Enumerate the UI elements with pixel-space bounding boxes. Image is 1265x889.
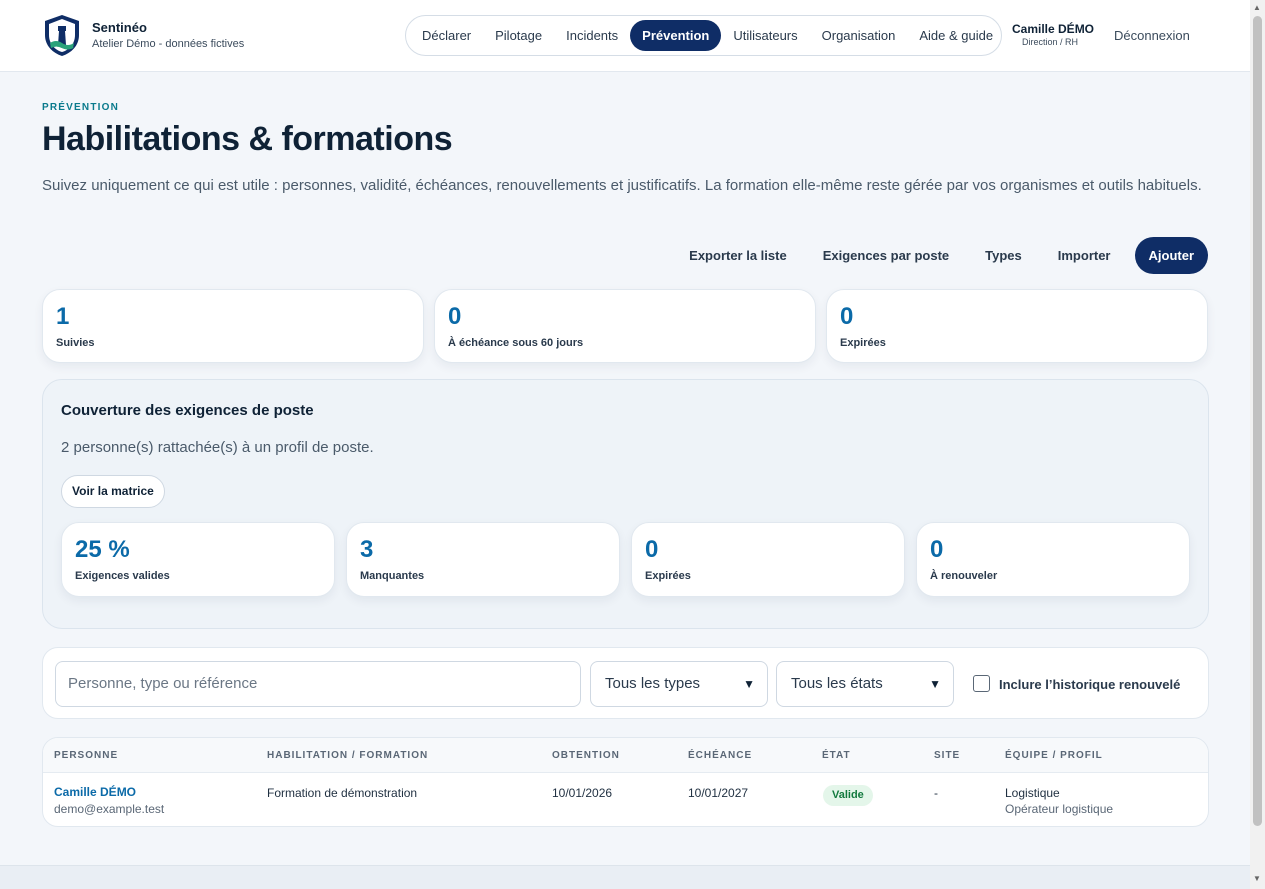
nav-item-aide-guide[interactable]: Aide & guide (907, 20, 1005, 51)
stat-label: Exigences valides (75, 570, 170, 582)
nav-item-utilisateurs[interactable]: Utilisateurs (721, 20, 809, 51)
column-header-obtained[interactable]: OBTENTION (552, 750, 620, 761)
include-history-label[interactable]: Inclure l’historique renouvelé (999, 677, 1180, 692)
obtained-date: 10/01/2026 (552, 786, 613, 800)
stat-value: 0 (930, 536, 944, 563)
chevron-down-icon: ▼ (743, 677, 755, 691)
coverage-stat-valid: 25 % Exigences valides (61, 522, 335, 597)
due-date: 10/01/2027 (688, 786, 749, 800)
type-select-value: Tous les types (605, 675, 701, 692)
add-button[interactable]: Ajouter (1134, 237, 1208, 274)
scroll-down-icon[interactable]: ▼ (1253, 874, 1261, 883)
stat-label: À renouveler (930, 570, 998, 582)
coverage-title: Couverture des exigences de poste (61, 402, 314, 419)
nav-item-declarer[interactable]: Déclarer (410, 20, 483, 51)
profile-name: Opérateur logistique (1005, 802, 1114, 816)
habilitations-table: PERSONNE HABILITATION / FORMATION OBTENT… (42, 737, 1209, 827)
stat-value: 25 % (75, 536, 130, 563)
state-select-value: Tous les états (791, 675, 883, 692)
table-header: PERSONNE HABILITATION / FORMATION OBTENT… (43, 738, 1208, 773)
coverage-stat-missing: 3 Manquantes (346, 522, 620, 597)
import-button[interactable]: Importer (1040, 237, 1129, 274)
section-eyebrow: PRÉVENTION (42, 102, 120, 113)
stat-label: Expirées (645, 570, 691, 582)
person-email: demo@example.test (54, 802, 165, 816)
nav-item-incidents[interactable]: Incidents (554, 20, 630, 51)
view-matrix-button[interactable]: Voir la matrice (61, 475, 165, 508)
column-header-team[interactable]: ÉQUIPE / PROFIL (1005, 750, 1103, 761)
user-role: Direction / RH (1022, 37, 1079, 47)
footer-strip (0, 865, 1250, 889)
filter-bar: Personne, type ou référence Tous les typ… (42, 647, 1209, 719)
column-header-site[interactable]: SITE (934, 750, 960, 761)
stat-value: 0 (840, 303, 854, 330)
user-name: Camille DÉMO (1012, 22, 1095, 36)
coverage-panel: Couverture des exigences de poste 2 pers… (42, 379, 1209, 629)
stat-value: 0 (448, 303, 462, 330)
column-header-person[interactable]: PERSONNE (54, 750, 118, 761)
training-name: Formation de démonstration (267, 786, 418, 800)
column-header-training[interactable]: HABILITATION / FORMATION (267, 750, 428, 761)
stat-card-expired: 0 Expirées (826, 289, 1208, 363)
state-select[interactable]: Tous les états ▼ (776, 661, 954, 707)
page-title: Habilitations & formations (42, 120, 453, 158)
stat-value: 3 (360, 536, 374, 563)
brand-name: Sentinéo (92, 20, 147, 35)
chevron-down-icon: ▼ (929, 677, 941, 691)
types-button[interactable]: Types (967, 237, 1040, 274)
nav-item-pilotage[interactable]: Pilotage (483, 20, 554, 51)
lighthouse-shield-icon[interactable] (42, 13, 82, 58)
coverage-stat-expired: 0 Expirées (631, 522, 905, 597)
include-history-checkbox[interactable] (973, 675, 990, 692)
search-input[interactable]: Personne, type ou référence (55, 661, 581, 707)
stat-card-tracked: 1 Suivies (42, 289, 424, 363)
vertical-scrollbar[interactable]: ▲ ▼ (1250, 0, 1265, 889)
nav-item-organisation[interactable]: Organisation (810, 20, 908, 51)
stat-label: À échéance sous 60 jours (448, 337, 584, 349)
page-intro: Suivez uniquement ce qui est utile : per… (42, 177, 1202, 194)
brand-subtitle: Atelier Démo - données fictives (92, 38, 245, 50)
team-name: Logistique (1005, 786, 1060, 800)
stat-label: Suivies (56, 337, 95, 349)
stat-value: 1 (56, 303, 70, 330)
action-bar: Exporter la liste Exigences par poste Ty… (671, 237, 1208, 274)
site-value: - (934, 786, 938, 800)
coverage-stat-to-renew: 0 À renouveler (916, 522, 1190, 597)
nav-item-prevention[interactable]: Prévention (630, 20, 722, 51)
person-name-link[interactable]: Camille DÉMO (54, 785, 136, 799)
stat-label: Expirées (840, 337, 886, 349)
stat-value: 0 (645, 536, 659, 563)
coverage-subtitle: 2 personne(s) rattachée(s) à un profil d… (61, 439, 374, 456)
requirements-by-role-button[interactable]: Exigences par poste (805, 237, 967, 274)
top-bar: Sentinéo Atelier Démo - données fictives… (0, 0, 1250, 72)
scrollbar-thumb[interactable] (1253, 16, 1262, 826)
main-nav: Déclarer Pilotage Incidents Prévention U… (405, 15, 1002, 56)
logout-button[interactable]: Déconnexion (1114, 28, 1190, 43)
type-select[interactable]: Tous les types ▼ (590, 661, 768, 707)
export-list-button[interactable]: Exporter la liste (671, 237, 805, 274)
column-header-state[interactable]: ÉTAT (822, 750, 851, 761)
status-badge: Valide (823, 785, 873, 806)
stat-card-due-soon: 0 À échéance sous 60 jours (434, 289, 816, 363)
stat-label: Manquantes (360, 570, 425, 582)
scroll-up-icon[interactable]: ▲ (1253, 3, 1261, 12)
column-header-due[interactable]: ÉCHÉANCE (688, 750, 752, 761)
